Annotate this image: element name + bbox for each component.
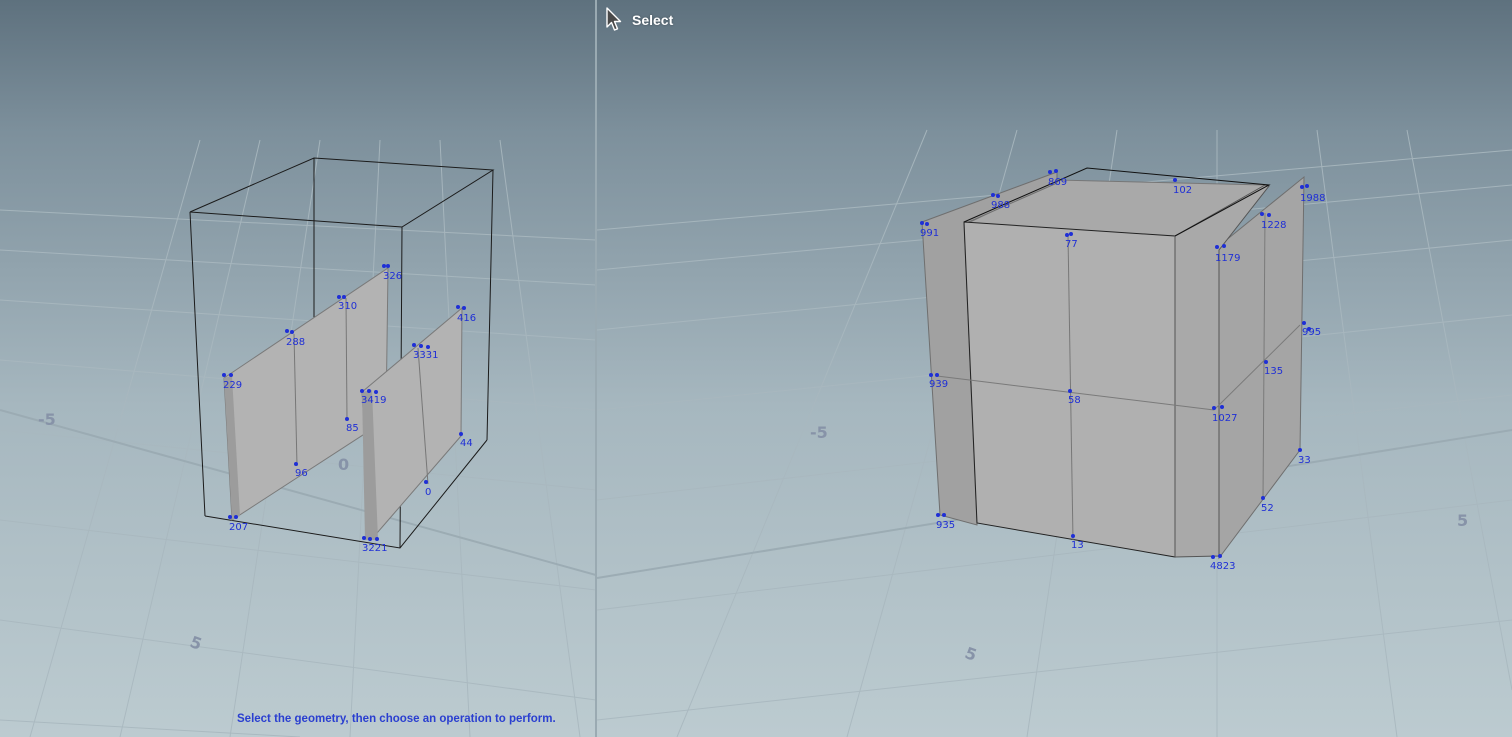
point-label: 0 [425,487,431,498]
right-scene: -5 5 5 869 102 1988 988 991 77 1179 1228… [597,0,1512,737]
point-label: 52 [1261,503,1274,514]
viewport-right[interactable]: -5 5 5 869 102 1988 988 991 77 1179 1228… [597,0,1512,737]
point-label: 33 [1298,455,1311,466]
point-label: 935 [936,520,955,531]
point-label: 229 [223,380,242,391]
point-label: 1179 [1215,253,1240,264]
point-label: 3419 [361,395,386,406]
point-label: 1988 [1300,193,1325,204]
point-label: 13 [1071,540,1084,551]
arrow-cursor-icon [606,7,622,31]
point-label: 3331 [413,350,438,361]
point-label: 1027 [1212,413,1237,424]
point-label: 135 [1264,366,1283,377]
grid-label: 0 [338,455,349,474]
point-label: 991 [920,228,939,239]
point-label: 44 [460,438,473,449]
point-label: 869 [1048,177,1067,188]
point-label: 288 [286,337,305,348]
point-label: 58 [1068,395,1081,406]
box-geometry[interactable] [921,167,1305,560]
point-label: 988 [991,200,1010,211]
point-label: 102 [1173,185,1192,196]
viewport-left[interactable]: -5 0 5 326 310 288 229 85 96 207 3419 33… [0,0,596,737]
point-label: 77 [1065,239,1078,250]
grid-label: -5 [38,410,56,429]
grid-label: -5 [810,423,828,442]
point-label: 207 [229,522,248,533]
point-label: 326 [383,271,402,282]
point-label: 85 [346,423,359,434]
point-label: 96 [295,468,308,479]
point-label: 416 [457,313,476,324]
tool-indicator: Select [604,6,673,34]
point-label: 995 [1302,327,1321,338]
left-scene: -5 0 5 326 310 288 229 85 96 207 3419 33… [0,0,596,737]
point-label: 1228 [1261,220,1286,231]
point-label: 939 [929,379,948,390]
point-label: 4823 [1210,561,1235,572]
point-label: 3221 [362,543,387,554]
status-hint: Select the geometry, then choose an oper… [237,713,556,725]
point-label: 310 [338,301,357,312]
grid-label: 5 [1457,511,1468,530]
tool-name: Select [632,12,674,28]
